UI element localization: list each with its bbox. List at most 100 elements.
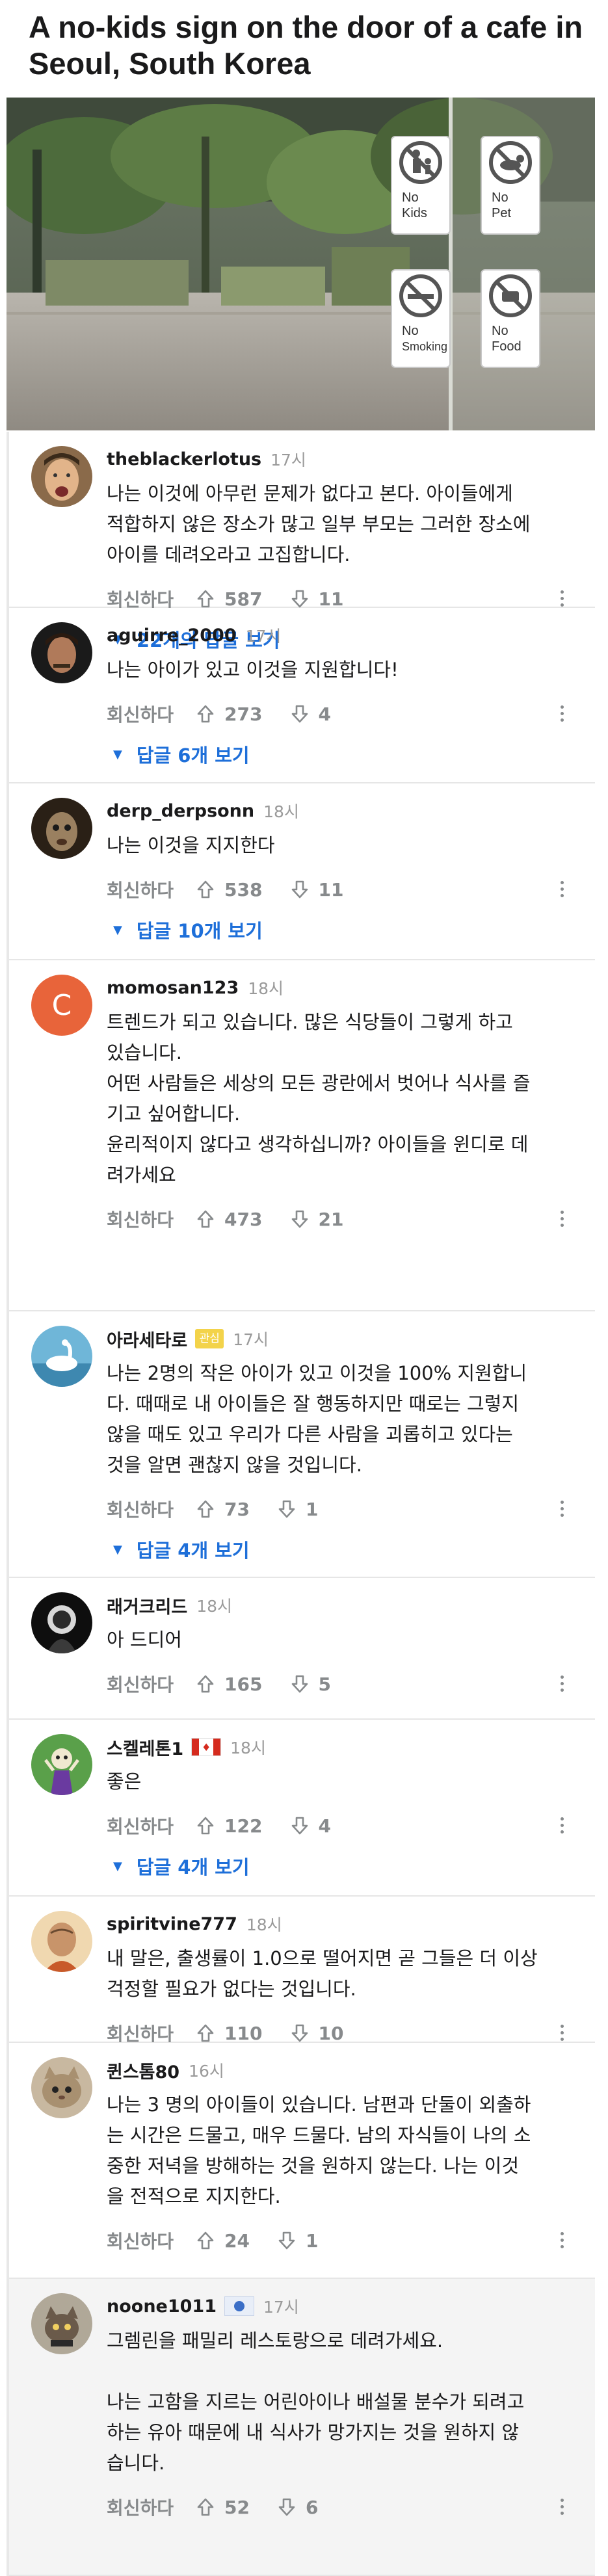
- downvote-button[interactable]: 11: [290, 878, 344, 900]
- avatar[interactable]: [31, 1734, 92, 1795]
- username[interactable]: 래거크리드: [107, 1593, 187, 1618]
- comment: 스켈레톤1 ♦ 18시 좋은 회신하다 122 4 ▼ 답글 4개 보기: [9, 1720, 595, 1897]
- username[interactable]: 퀸스톰80: [107, 2058, 179, 2083]
- more-options-icon[interactable]: [555, 2226, 568, 2255]
- downvote-button[interactable]: 4: [290, 703, 331, 725]
- upvote-button[interactable]: 473: [196, 1209, 263, 1230]
- view-replies-link[interactable]: ▼ 답글 4개 보기: [113, 1536, 250, 1562]
- username[interactable]: noone1011: [107, 2296, 217, 2317]
- comment: aguirre_2000 17시 나는 아이가 있고 이것을 지원합니다! 회신하다 2…: [9, 608, 595, 783]
- downvote-button[interactable]: 1: [277, 1499, 319, 1520]
- upvote-arrow: [197, 705, 214, 723]
- comment-body: 트렌드가 되고 있습니다. 많은 식당들이 그렇게 하고 있습니다. 어떤 사람들은…: [107, 1007, 581, 1190]
- no-pet-sign: No Pet: [481, 136, 540, 235]
- avatar[interactable]: [31, 1592, 92, 1653]
- downvote-count: 1: [306, 2229, 319, 2252]
- upvote-count: 52: [224, 2496, 250, 2518]
- downvote-button[interactable]: 1: [277, 2229, 319, 2252]
- more-options-icon[interactable]: [555, 875, 568, 904]
- upvote-button[interactable]: 52: [196, 2497, 250, 2518]
- comment-body: 나는 2명의 작은 아이가 있고 이것을 100% 지원합니 다. 때때로 내 아…: [107, 1358, 581, 1480]
- downvote-button[interactable]: 4: [290, 1815, 331, 1837]
- reply-button[interactable]: 회신하다: [107, 1206, 174, 1232]
- avatar[interactable]: C: [31, 975, 92, 1036]
- avatar[interactable]: [31, 622, 92, 683]
- comment-meta: 래거크리드 18시: [107, 1593, 232, 1618]
- more-options-icon[interactable]: [555, 2493, 568, 2521]
- upvote-arrow: [197, 1210, 214, 1228]
- downvote-button[interactable]: 10: [290, 2023, 343, 2044]
- upvote-button[interactable]: 538: [196, 879, 263, 900]
- upvote-button[interactable]: 273: [196, 703, 263, 725]
- reply-button[interactable]: 회신하다: [107, 2494, 174, 2520]
- avatar[interactable]: [31, 2057, 92, 2118]
- reply-button[interactable]: 회신하다: [107, 1813, 174, 1839]
- upvote-button[interactable]: 24: [196, 2230, 250, 2252]
- view-replies-link[interactable]: ▼ 답글 10개 보기: [113, 917, 263, 943]
- downvote-arrow: [291, 2024, 308, 2042]
- reply-button[interactable]: 회신하다: [107, 2020, 174, 2046]
- no-food-sign: No Food: [481, 269, 540, 368]
- upvote-button[interactable]: 165: [196, 1674, 263, 1695]
- comment-meta: noone1011 17시: [107, 2294, 299, 2318]
- more-options-icon[interactable]: [555, 700, 568, 728]
- upvote-button[interactable]: 587: [196, 588, 263, 610]
- downvote-button[interactable]: 6: [277, 2496, 319, 2518]
- username[interactable]: momosan123: [107, 978, 239, 998]
- username[interactable]: aguirre_2000: [107, 625, 237, 646]
- downvote-arrow: [278, 2498, 295, 2516]
- downvote-count: 11: [318, 878, 344, 900]
- canada-flag-icon: ♦: [191, 1738, 222, 1756]
- upvote-count: 273: [224, 703, 263, 725]
- downvote-button[interactable]: 11: [290, 588, 343, 610]
- reply-button[interactable]: 회신하다: [107, 701, 174, 727]
- comment-meta: derp_derpsonn 18시: [107, 799, 299, 822]
- comment-line: 나는 3 명의 아이들이 있습니다. 남편과 단둘이 외출하: [107, 2094, 531, 2116]
- reply-button[interactable]: 회신하다: [107, 876, 174, 902]
- downvote-count: 6: [306, 2496, 319, 2518]
- upvote-button[interactable]: 110: [196, 2023, 263, 2044]
- comment-actions: 회신하다 273 4: [107, 700, 581, 728]
- view-replies-link[interactable]: ▼ 답글 4개 보기: [113, 1853, 250, 1879]
- chevron-down-icon: ▼: [113, 923, 122, 937]
- avatar[interactable]: [31, 2293, 92, 2354]
- svg-text:No: No: [402, 324, 419, 338]
- comment-meta: theblackerlotus 17시: [107, 447, 306, 471]
- avatar[interactable]: [31, 1326, 92, 1387]
- comment-body: 그렘린을 패밀리 레스토랑으로 데려가세요. 나는 고함을 지르는 어린아이나 배…: [107, 2326, 581, 2478]
- downvote-button[interactable]: 5: [290, 1674, 331, 1695]
- avatar[interactable]: [31, 798, 92, 859]
- more-options-icon[interactable]: [555, 1205, 568, 1233]
- more-options-icon[interactable]: [555, 1811, 568, 1840]
- avatar[interactable]: [31, 1911, 92, 1972]
- more-options-icon[interactable]: [555, 1670, 568, 1698]
- comment-line: 윤리적이지 않다고 생각하십니까? 아이들을 윈디로 데: [107, 1133, 529, 1155]
- comment: noone1011 17시그렘린을 패밀리 레스토랑으로 데려가세요. 나는 고함을…: [9, 2279, 595, 2576]
- reply-button[interactable]: 회신하다: [107, 1671, 174, 1697]
- upvote-button[interactable]: 122: [196, 1815, 263, 1837]
- comment-line: 좋은: [107, 1770, 142, 1793]
- username[interactable]: spiritvine777: [107, 1914, 237, 1934]
- username[interactable]: 아라세타로: [107, 1326, 187, 1352]
- post-image[interactable]: No Kids No Pet No Smoking No Food: [7, 98, 595, 430]
- comment-meta: 퀸스톰80 16시: [107, 2058, 224, 2083]
- username[interactable]: theblackerlotus: [107, 449, 261, 469]
- username[interactable]: 스켈레톤1: [107, 1735, 183, 1760]
- reply-button[interactable]: 회신하다: [107, 2228, 174, 2254]
- view-replies-label: 답글 4개 보기: [136, 1540, 250, 1562]
- view-replies-link[interactable]: ▼ 답글 6개 보기: [113, 741, 250, 767]
- comment-line: 어떤 사람들은 세상의 모든 광란에서 벗어나 식사를 즐: [107, 1072, 531, 1094]
- no-kids-sign: No Kids: [391, 136, 451, 235]
- downvote-button[interactable]: 21: [290, 1209, 343, 1230]
- username[interactable]: derp_derpsonn: [107, 801, 254, 821]
- view-replies-label: 답글 6개 보기: [136, 744, 250, 767]
- svg-text:Food: Food: [492, 339, 522, 354]
- reply-button[interactable]: 회신하다: [107, 1496, 174, 1522]
- downvote-arrow: [291, 880, 308, 899]
- more-options-icon[interactable]: [555, 1495, 568, 1523]
- comment-body: 나는 3 명의 아이들이 있습니다. 남편과 단둘이 외출하 는 시간은 드물고,…: [107, 2090, 581, 2212]
- comment-actions: 회신하다 473 21: [107, 1205, 581, 1233]
- avatar[interactable]: [31, 446, 92, 507]
- comment-meta: 스켈레톤1 ♦ 18시: [107, 1735, 266, 1759]
- upvote-button[interactable]: 73: [196, 1499, 250, 1520]
